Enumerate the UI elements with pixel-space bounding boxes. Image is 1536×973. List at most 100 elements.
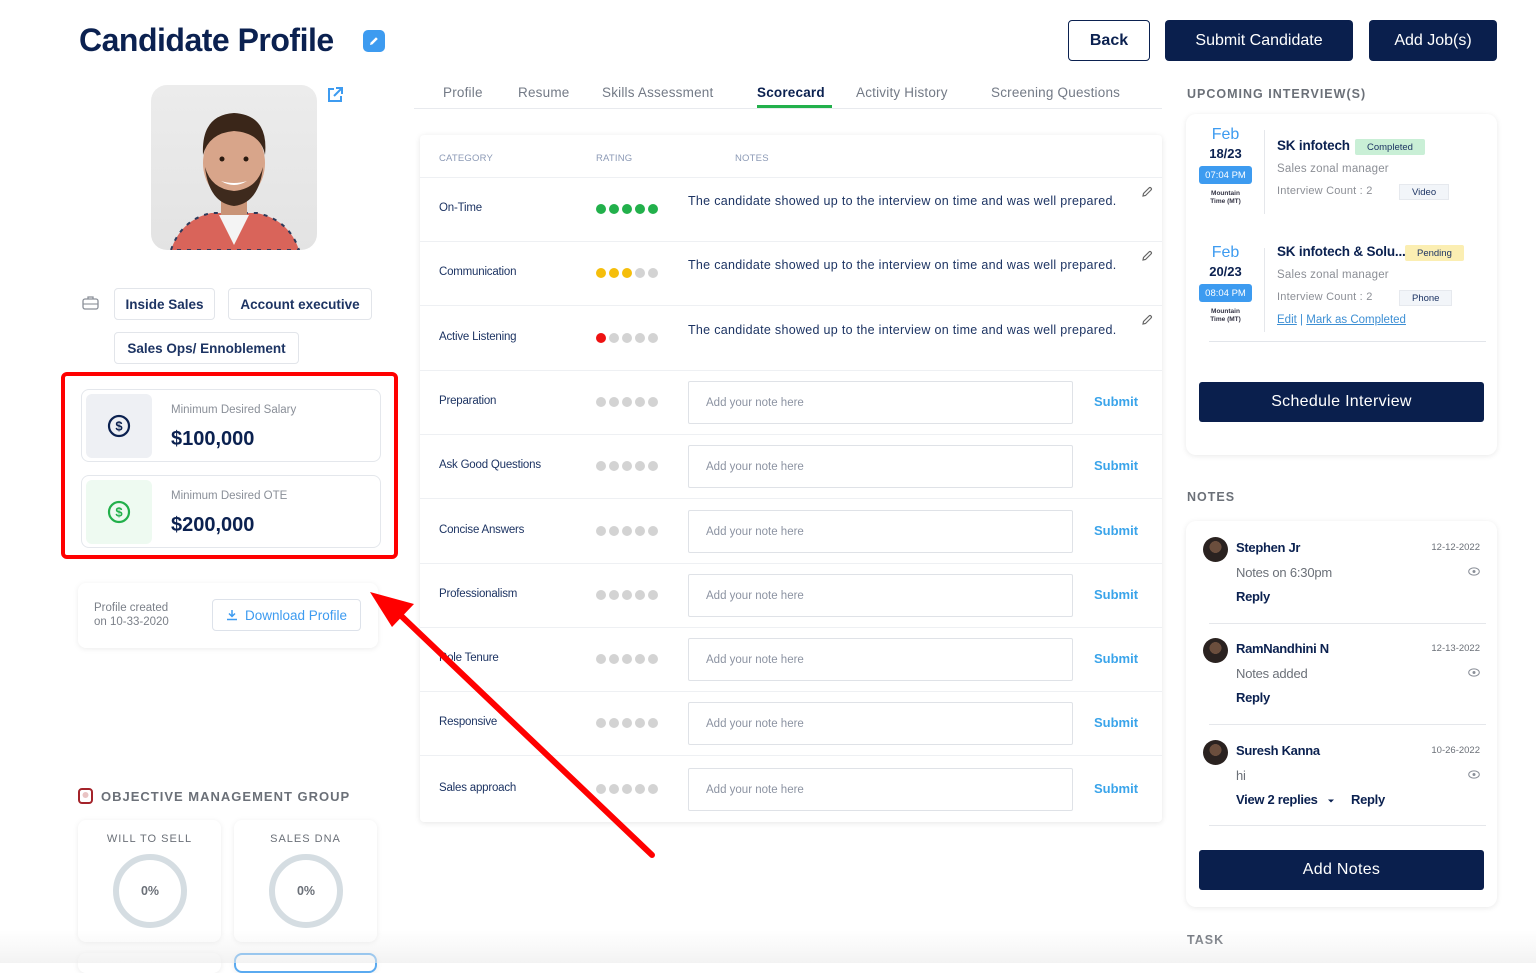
rating-dot[interactable]: [648, 268, 658, 278]
rating-dot[interactable]: [635, 526, 645, 536]
rating-dots[interactable]: [596, 333, 658, 343]
rating-dot[interactable]: [648, 590, 658, 600]
note-input[interactable]: [688, 768, 1073, 811]
tab-resume[interactable]: Resume: [518, 85, 569, 100]
rating-dot[interactable]: [635, 784, 645, 794]
note-input[interactable]: [688, 638, 1073, 681]
note-input[interactable]: [688, 381, 1073, 424]
rating-dots[interactable]: [596, 718, 658, 728]
submit-note-button[interactable]: Submit: [1094, 651, 1138, 666]
rating-dot[interactable]: [622, 268, 632, 278]
submit-note-button[interactable]: Submit: [1094, 715, 1138, 730]
rating-dots[interactable]: [596, 204, 658, 214]
reply-link[interactable]: Reply: [1236, 589, 1270, 604]
rating-dot[interactable]: [648, 204, 658, 214]
rating-dots[interactable]: [596, 590, 658, 600]
rating-dot[interactable]: [596, 590, 606, 600]
submit-note-button[interactable]: Submit: [1094, 587, 1138, 602]
note-input[interactable]: [688, 510, 1073, 553]
schedule-interview-button[interactable]: Schedule Interview: [1199, 382, 1484, 422]
submit-note-button[interactable]: Submit: [1094, 458, 1138, 473]
rating-dots[interactable]: [596, 654, 658, 664]
eye-icon[interactable]: [1468, 770, 1480, 779]
eye-icon[interactable]: [1468, 668, 1480, 677]
back-button[interactable]: Back: [1068, 20, 1150, 61]
edit-note-pencil-icon[interactable]: [1141, 314, 1153, 326]
rating-dot[interactable]: [622, 333, 632, 343]
add-jobs-button[interactable]: Add Job(s): [1369, 20, 1497, 61]
note-input[interactable]: [688, 445, 1073, 488]
tab-skills-assessment[interactable]: Skills Assessment: [602, 85, 713, 100]
rating-dot[interactable]: [609, 784, 619, 794]
rating-dot[interactable]: [622, 590, 632, 600]
rating-dot[interactable]: [622, 204, 632, 214]
rating-dot[interactable]: [622, 718, 632, 728]
rating-dot[interactable]: [635, 397, 645, 407]
rating-dot[interactable]: [609, 268, 619, 278]
rating-dot[interactable]: [622, 784, 632, 794]
note-input[interactable]: [688, 702, 1073, 745]
rating-dots[interactable]: [596, 397, 658, 407]
rating-dot[interactable]: [635, 268, 645, 278]
rating-dot[interactable]: [609, 526, 619, 536]
rating-dot[interactable]: [648, 654, 658, 664]
rating-dot[interactable]: [635, 204, 645, 214]
rating-dot[interactable]: [609, 333, 619, 343]
omg-card[interactable]: [234, 953, 377, 973]
rating-dot[interactable]: [596, 397, 606, 407]
rating-dot[interactable]: [596, 718, 606, 728]
rating-dot[interactable]: [609, 461, 619, 471]
submit-note-button[interactable]: Submit: [1094, 394, 1138, 409]
edit-profile-button[interactable]: [363, 30, 385, 52]
rating-dots[interactable]: [596, 784, 658, 794]
rating-dot[interactable]: [622, 526, 632, 536]
rating-dot[interactable]: [635, 461, 645, 471]
rating-dot[interactable]: [635, 718, 645, 728]
reply-link[interactable]: Reply: [1236, 690, 1270, 705]
submit-note-button[interactable]: Submit: [1094, 781, 1138, 796]
view-replies-toggle[interactable]: View 2 replies: [1236, 792, 1335, 807]
rating-dot[interactable]: [648, 784, 658, 794]
rating-dot[interactable]: [648, 461, 658, 471]
rating-dot[interactable]: [596, 461, 606, 471]
edit-interview-link[interactable]: Edit: [1277, 314, 1297, 326]
rating-dot[interactable]: [622, 397, 632, 407]
tab-screening-questions[interactable]: Screening Questions: [991, 85, 1120, 100]
tab-profile[interactable]: Profile: [443, 85, 483, 100]
rating-dot[interactable]: [609, 590, 619, 600]
rating-dot[interactable]: [609, 718, 619, 728]
rating-dots[interactable]: [596, 461, 658, 471]
rating-dot[interactable]: [596, 784, 606, 794]
mark-completed-link[interactable]: Mark as Completed: [1306, 314, 1406, 326]
rating-dot[interactable]: [635, 654, 645, 664]
edit-note-pencil-icon[interactable]: [1141, 186, 1153, 198]
rating-dot[interactable]: [635, 333, 645, 343]
submit-note-button[interactable]: Submit: [1094, 523, 1138, 538]
edit-note-pencil-icon[interactable]: [1141, 250, 1153, 262]
open-external-icon[interactable]: [326, 86, 344, 104]
rating-dot[interactable]: [609, 204, 619, 214]
submit-candidate-button[interactable]: Submit Candidate: [1165, 20, 1353, 61]
rating-dot[interactable]: [609, 654, 619, 664]
rating-dot[interactable]: [635, 590, 645, 600]
note-input[interactable]: [688, 574, 1073, 617]
rating-dot[interactable]: [648, 526, 658, 536]
rating-dot[interactable]: [622, 461, 632, 471]
add-notes-button[interactable]: Add Notes: [1199, 850, 1484, 890]
rating-dot[interactable]: [596, 204, 606, 214]
rating-dot[interactable]: [648, 397, 658, 407]
reply-link[interactable]: Reply: [1351, 792, 1385, 807]
rating-dots[interactable]: [596, 526, 658, 536]
rating-dot[interactable]: [609, 397, 619, 407]
rating-dot[interactable]: [596, 654, 606, 664]
rating-dots[interactable]: [596, 268, 658, 278]
download-profile-button[interactable]: Download Profile: [212, 599, 361, 631]
tab-scorecard[interactable]: Scorecard: [757, 85, 825, 100]
rating-dot[interactable]: [596, 268, 606, 278]
rating-dot[interactable]: [648, 718, 658, 728]
eye-icon[interactable]: [1468, 567, 1480, 576]
rating-dot[interactable]: [622, 654, 632, 664]
rating-dot[interactable]: [596, 333, 606, 343]
tab-activity-history[interactable]: Activity History: [856, 85, 948, 100]
rating-dot[interactable]: [648, 333, 658, 343]
